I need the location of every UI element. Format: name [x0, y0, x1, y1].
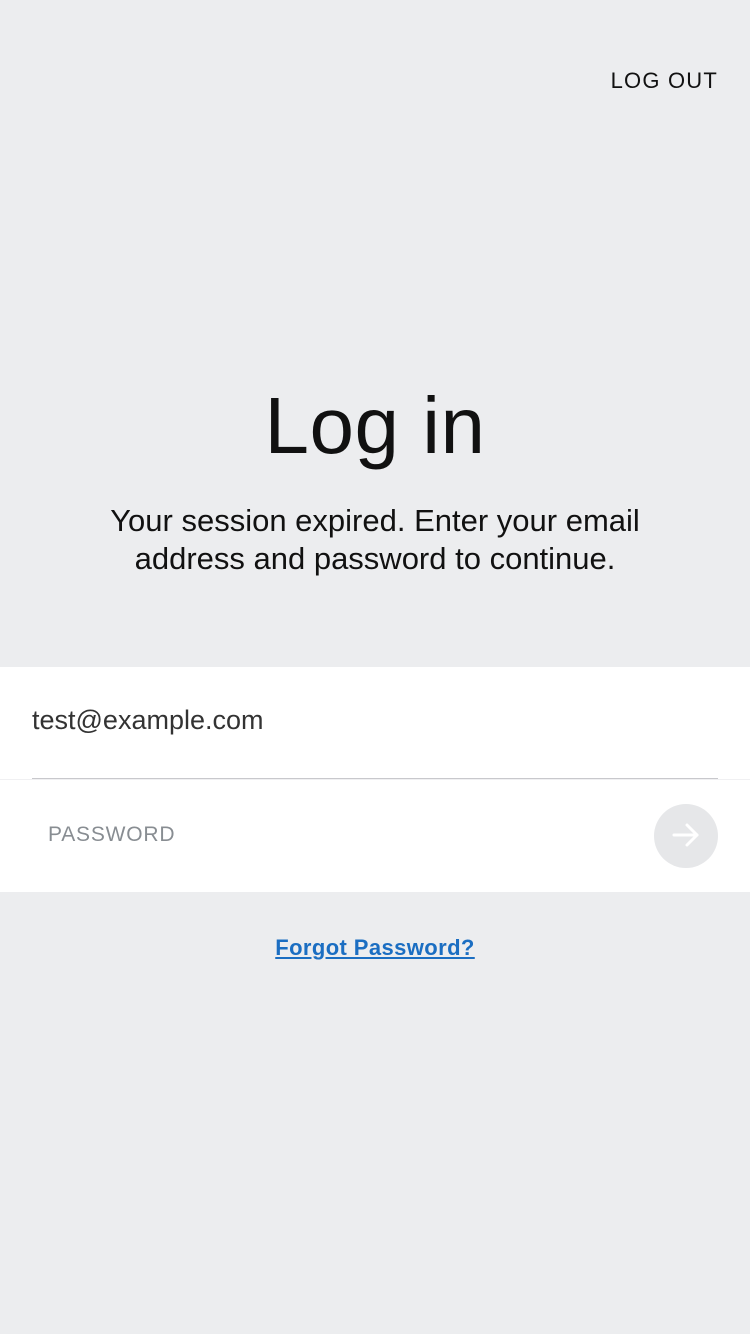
email-row — [0, 667, 750, 779]
session-expired-message: Your session expired. Enter your email a… — [110, 503, 640, 576]
forgot-password-link[interactable]: Forgot Password? — [275, 935, 475, 960]
arrow-right-icon — [669, 818, 703, 855]
password-field[interactable] — [48, 823, 608, 847]
login-form — [0, 667, 750, 892]
email-field[interactable] — [32, 705, 712, 736]
logout-button[interactable]: LOG OUT — [611, 68, 718, 94]
submit-button[interactable] — [654, 804, 718, 868]
page-title: Log in — [264, 381, 486, 470]
forgot-password-container: Forgot Password? — [0, 935, 750, 961]
password-row — [0, 780, 750, 892]
